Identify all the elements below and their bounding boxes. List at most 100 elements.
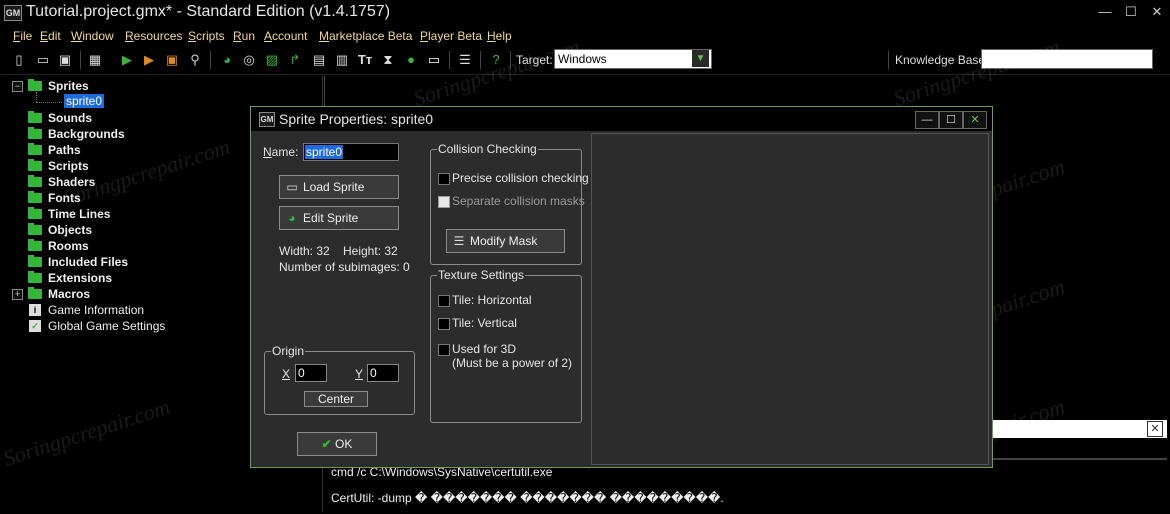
- stop-icon[interactable]: ▣: [163, 51, 181, 69]
- dialog-titlebar[interactable]: GM Sprite Properties: sprite0 — ☐ ✕: [251, 107, 992, 131]
- menu-edit[interactable]: Edit: [40, 29, 61, 43]
- folder-icon: [28, 127, 42, 139]
- tree-label: Shaders: [48, 175, 96, 189]
- folder-icon: [28, 111, 42, 123]
- expand-icon[interactable]: +: [12, 289, 23, 300]
- window-minimize-button[interactable]: —: [1092, 3, 1118, 21]
- folder-icon: [28, 207, 42, 219]
- menu-run[interactable]: Run: [233, 29, 255, 43]
- ok-label: OK: [335, 437, 353, 451]
- center-button[interactable]: Center: [304, 391, 368, 407]
- create-script-icon[interactable]: ▤: [310, 51, 328, 69]
- folder-icon: [28, 191, 42, 203]
- create-sprite-icon[interactable]: ◕: [218, 51, 236, 69]
- new-file-icon[interactable]: ▯: [10, 51, 28, 69]
- knowledge-base-label: Knowledge Base:: [895, 53, 989, 67]
- create-executable-icon[interactable]: ▦: [86, 51, 104, 69]
- menu-player-beta[interactable]: Player Beta: [420, 29, 482, 43]
- separate-masks-checkbox: [438, 196, 450, 208]
- toolbar-separator: [510, 51, 511, 69]
- origin-group-title: Origin: [271, 344, 306, 358]
- list-icon: ☰: [453, 234, 465, 248]
- sprite-preview-area: [591, 133, 989, 465]
- knowledge-base-input[interactable]: [981, 49, 1153, 69]
- folder-icon: [28, 79, 42, 91]
- create-object-icon[interactable]: ●: [402, 51, 420, 69]
- precise-collision-label: Precise collision checking: [452, 171, 589, 185]
- tree-connector: [36, 92, 38, 102]
- create-timeline-icon[interactable]: ⧗: [379, 51, 397, 69]
- precise-collision-checkbox[interactable]: [438, 173, 450, 185]
- settings-icon: ✓: [29, 320, 41, 332]
- origin-y-label: Y: [355, 367, 364, 381]
- toolbar-separator: [449, 51, 450, 69]
- tree-label: Paths: [48, 143, 81, 157]
- tree-label: Time Lines: [48, 207, 111, 221]
- separate-masks-label: Separate collision masks: [452, 194, 585, 208]
- tile-horizontal-checkbox[interactable]: [438, 295, 450, 307]
- target-select[interactable]: Windows: [554, 49, 712, 69]
- dialog-close-button[interactable]: ✕: [963, 111, 987, 129]
- origin-y-input[interactable]: 0: [367, 364, 399, 382]
- create-sound-icon[interactable]: ◎: [240, 51, 258, 69]
- game-settings-list-icon[interactable]: ☰: [456, 51, 474, 69]
- create-path-icon[interactable]: ↱: [286, 51, 304, 69]
- texture-group-title: Texture Settings: [437, 268, 526, 282]
- dialog-title: Sprite Properties: sprite0: [279, 111, 434, 127]
- tile-vertical-checkbox[interactable]: [438, 318, 450, 330]
- help-icon[interactable]: ?: [487, 51, 505, 69]
- create-font-icon[interactable]: Tт: [356, 51, 374, 69]
- origin-x-label: X: [282, 367, 291, 381]
- chevron-down-icon[interactable]: ▼: [692, 50, 709, 67]
- clean-broom-icon[interactable]: ⚲: [186, 51, 204, 69]
- target-label: Target:: [516, 53, 553, 67]
- menu-marketplace-beta[interactable]: Marketplace Beta: [319, 29, 412, 43]
- menu-help[interactable]: Help: [487, 29, 512, 43]
- used-for-3d-checkbox[interactable]: [438, 344, 450, 356]
- app-logo-icon: GM: [259, 112, 275, 127]
- tree-label: Scripts: [48, 159, 89, 173]
- close-icon[interactable]: ✕: [1147, 421, 1163, 437]
- name-label: Name:: [263, 145, 299, 159]
- tree-label: Game Information: [48, 303, 145, 317]
- save-icon[interactable]: ▣: [56, 51, 74, 69]
- app-logo-icon: GM: [4, 5, 22, 21]
- menu-file[interactable]: File: [13, 29, 32, 43]
- create-room-icon[interactable]: ▭: [425, 51, 443, 69]
- tree-item-sprite0[interactable]: sprite0: [64, 94, 105, 108]
- create-background-icon[interactable]: ▨: [263, 51, 281, 69]
- window-titlebar: GM Tutorial.project.gmx* - Standard Edit…: [0, 0, 1170, 26]
- folder-icon: [28, 223, 42, 235]
- debug-icon[interactable]: ▶: [140, 51, 158, 69]
- folder-icon: [28, 271, 42, 283]
- open-folder-icon[interactable]: ▭: [34, 51, 52, 69]
- origin-x-input[interactable]: 0: [295, 364, 327, 382]
- menu-resources[interactable]: Resources: [125, 29, 182, 43]
- center-label: Center: [317, 392, 355, 406]
- main-toolbar: ▯ ▭ ▣ ▦ ▶ ▶ ▣ ⚲ ◕ ◎ ▨ ↱ ▤ ▥ Tт ⧗ ● ▭ ☰ ?…: [0, 47, 1170, 75]
- run-icon[interactable]: ▶: [118, 51, 136, 69]
- name-input[interactable]: sprite0: [303, 143, 399, 161]
- menu-scripts[interactable]: Scripts: [188, 29, 225, 43]
- sprite-height-text: Height: 32: [343, 244, 398, 258]
- menu-window[interactable]: Window: [71, 29, 114, 43]
- tile-horizontal-label: Tile: Horizontal: [452, 293, 532, 307]
- toolbar-separator: [210, 51, 211, 69]
- ok-button[interactable]: ✔ OK: [297, 432, 377, 456]
- power-of-two-note: (Must be a power of 2): [452, 356, 573, 370]
- sprite-properties-dialog: GM Sprite Properties: sprite0 — ☐ ✕ Name…: [250, 106, 993, 468]
- menu-account[interactable]: Account: [264, 29, 307, 43]
- dialog-body: Name: sprite0 ▭ Load Sprite ◕ Edit Sprite …: [251, 131, 992, 467]
- load-sprite-button[interactable]: ▭ Load Sprite: [279, 175, 399, 199]
- dialog-minimize-button[interactable]: —: [915, 111, 939, 129]
- window-maximize-button[interactable]: ☐: [1118, 3, 1144, 21]
- tree-label: Included Files: [48, 255, 129, 269]
- window-close-button[interactable]: ✕: [1144, 3, 1170, 21]
- edit-sprite-button[interactable]: ◕ Edit Sprite: [279, 206, 399, 230]
- modify-mask-button[interactable]: ☰ Modify Mask: [446, 229, 565, 253]
- collision-checking-group: Collision Checking Precise collision che…: [430, 142, 589, 265]
- collapse-icon[interactable]: −: [12, 81, 23, 92]
- toolbar-separator: [480, 51, 481, 69]
- create-shader-icon[interactable]: ▥: [333, 51, 351, 69]
- dialog-maximize-button[interactable]: ☐: [939, 111, 963, 129]
